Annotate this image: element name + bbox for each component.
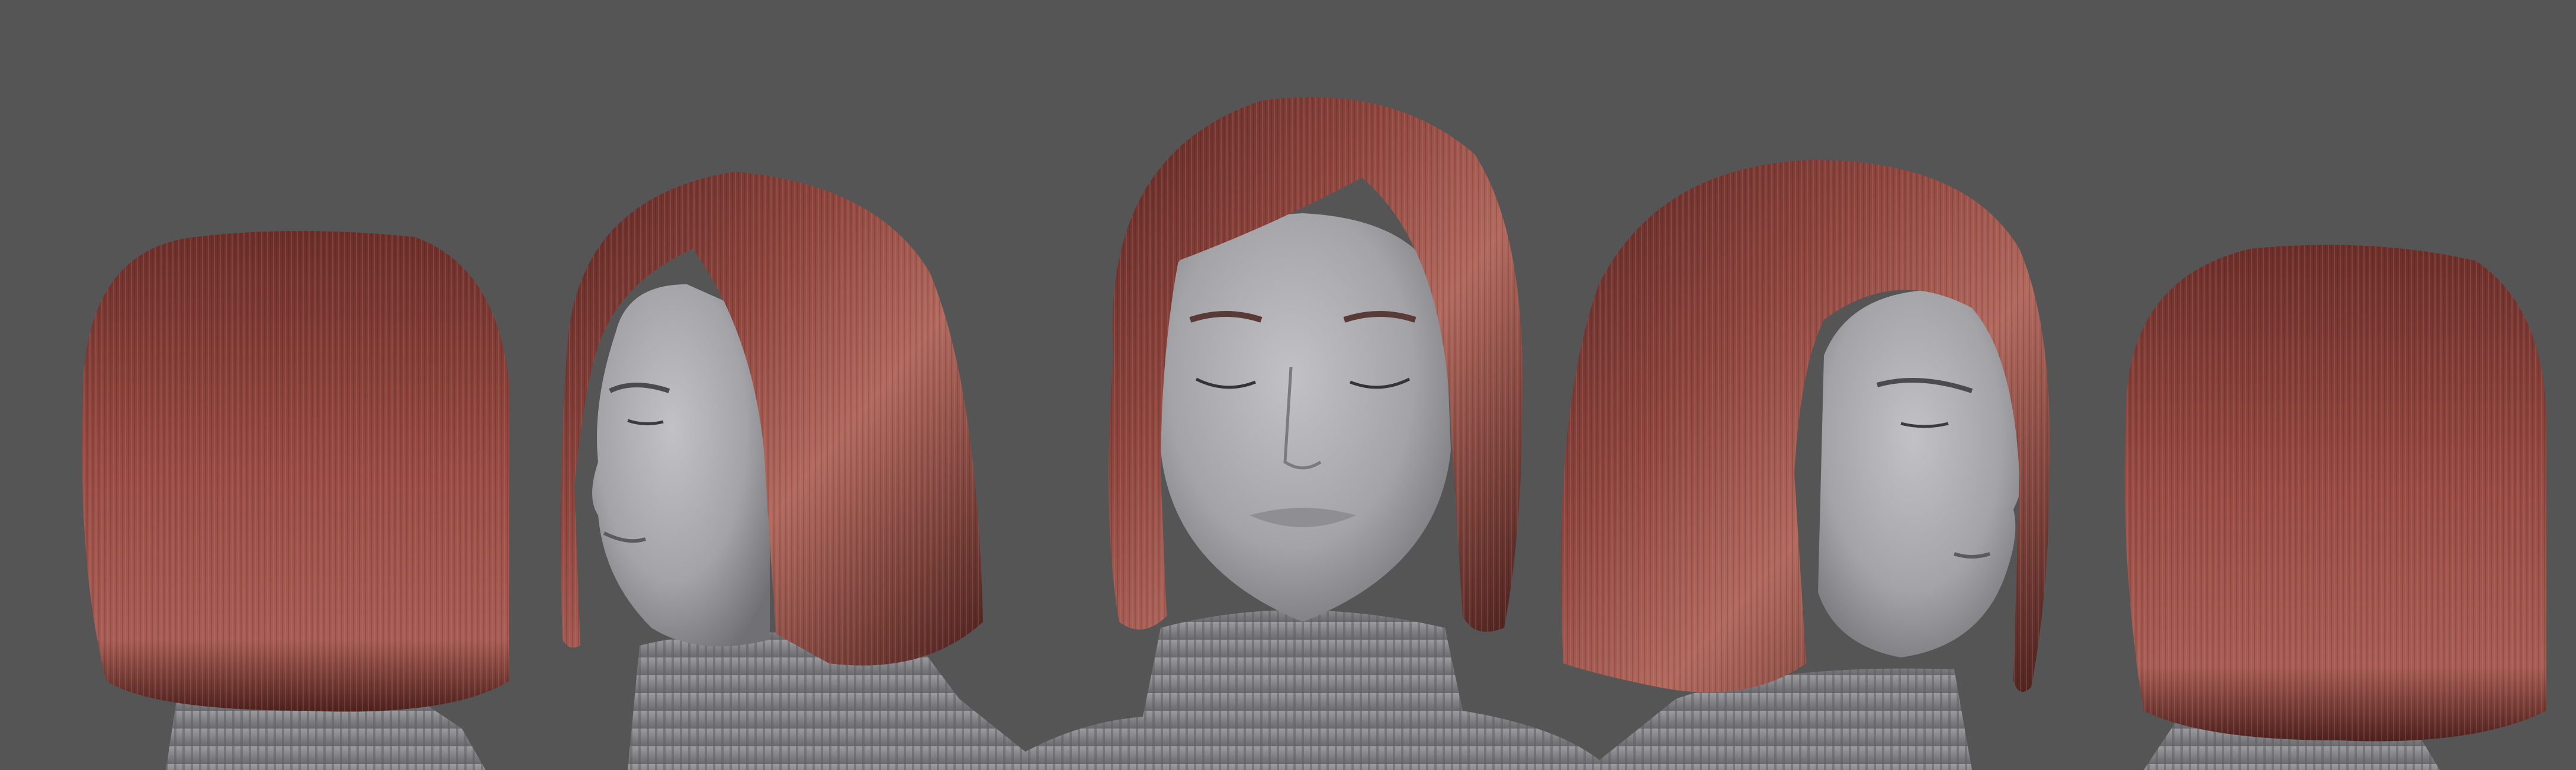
head-view-back-left	[82, 231, 509, 770]
hair-turnaround-render	[0, 0, 2576, 770]
head-view-back-right	[2125, 245, 2546, 770]
